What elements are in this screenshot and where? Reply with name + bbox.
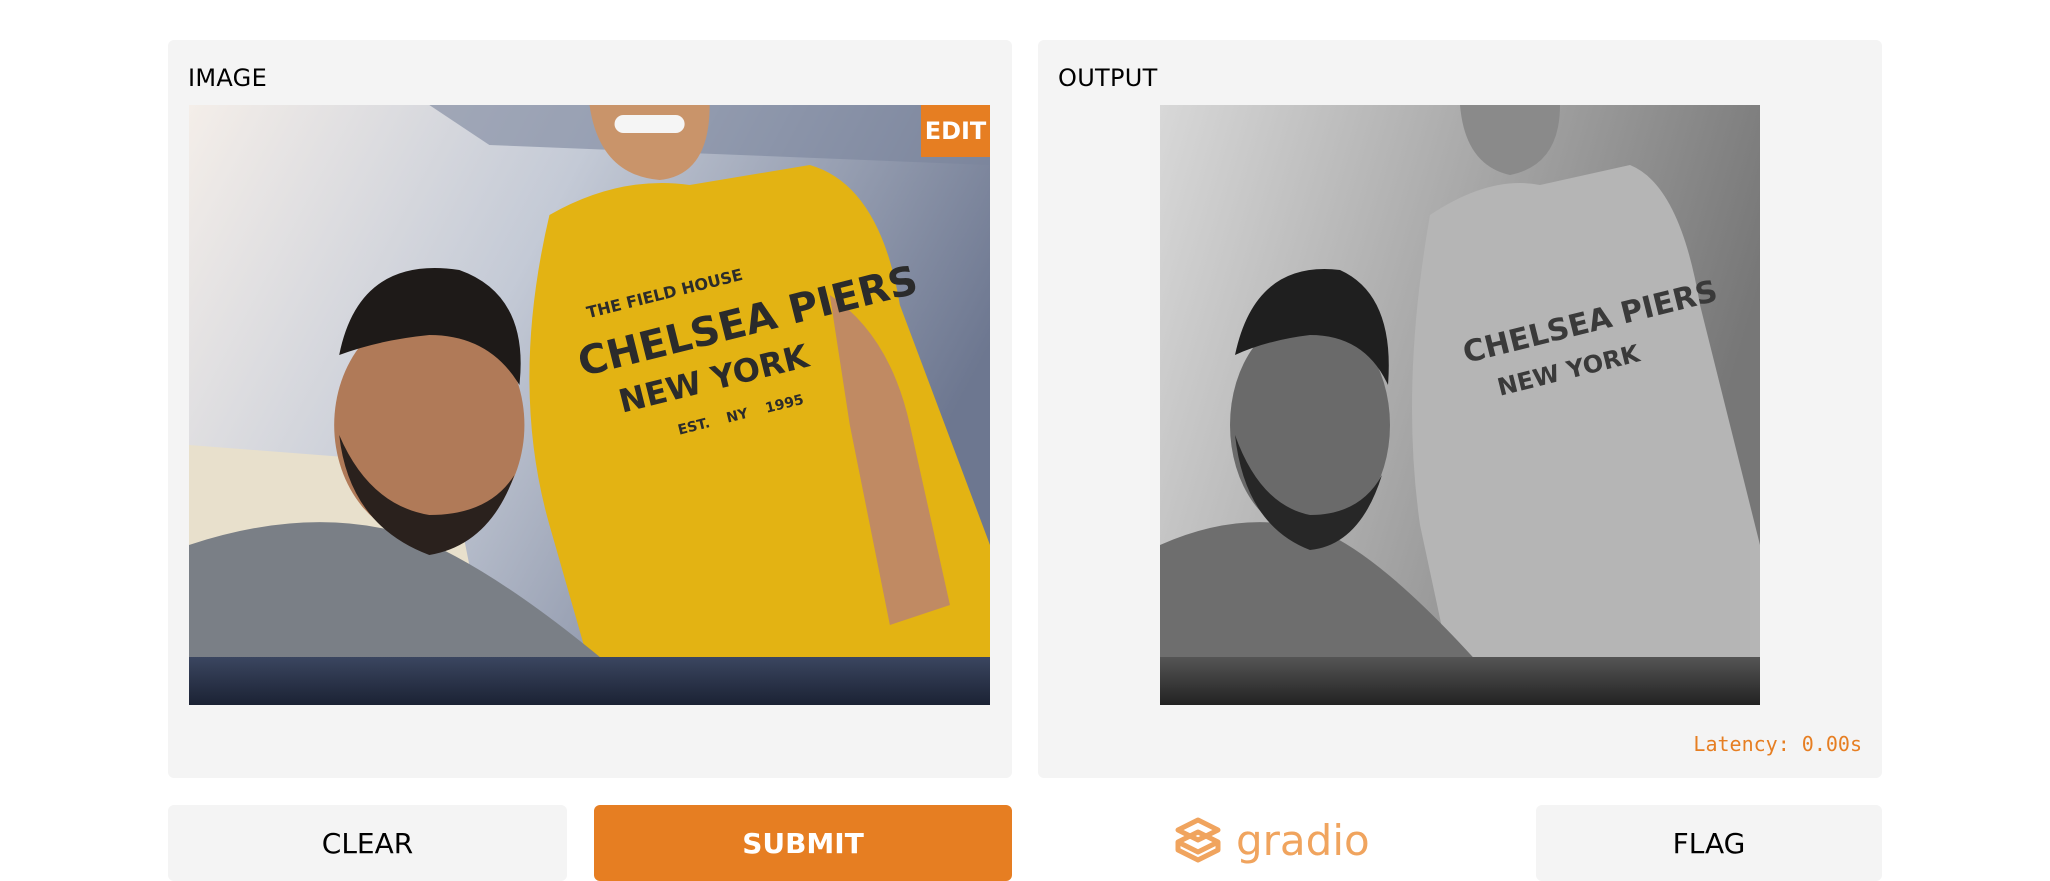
latency-text: Latency: 0.00s [1693,732,1862,756]
input-label: IMAGE [188,64,268,92]
input-image[interactable]: THE FIELD HOUSE CHELSEA PIERS NEW YORK E… [189,105,990,705]
gradio-wordmark: gradio [1236,815,1370,865]
output-label: OUTPUT [1058,64,1158,92]
output-panel: OUTPUT CHELSEA PIERS NEW YORK Latency: 0… [1038,40,1882,778]
gradio-logo[interactable]: gradio [1172,812,1370,868]
input-panel: IMAGE THE FIELD HOUSE CHELSEA PIERS NEW … [168,40,1012,778]
gradio-logo-icon [1175,817,1221,863]
submit-button[interactable]: SUBMIT [594,805,1012,881]
input-photo: THE FIELD HOUSE CHELSEA PIERS NEW YORK E… [189,105,990,705]
clear-button[interactable]: CLEAR [168,805,567,881]
output-photo: CHELSEA PIERS NEW YORK [1160,105,1760,705]
output-image: CHELSEA PIERS NEW YORK [1160,105,1760,705]
edit-button[interactable]: EDIT [921,105,990,157]
flag-button[interactable]: FLAG [1536,805,1882,881]
